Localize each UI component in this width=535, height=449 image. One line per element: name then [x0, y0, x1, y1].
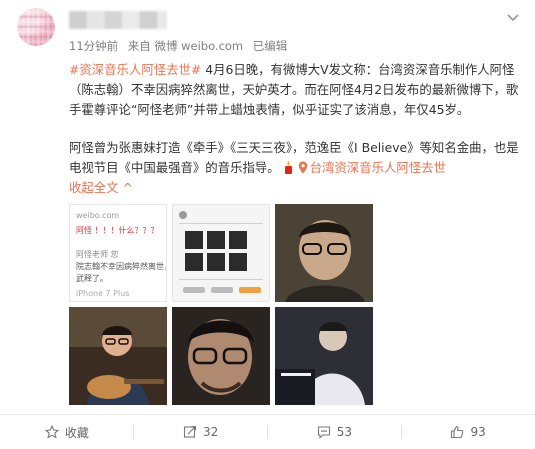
post-meta: 11分钟前 来自 微博 weibo.com 已编辑	[69, 38, 293, 54]
image-thumbnail-5[interactable]	[172, 307, 270, 405]
post-time[interactable]: 11分钟前	[69, 39, 118, 53]
location-icon	[298, 160, 308, 174]
image-thumbnail-1[interactable]: weibo.com 阿怪 ！！！什么？？？ 阿怪老师 您 院志翰不幸因病猝然离世…	[69, 204, 167, 302]
candle-icon	[282, 160, 295, 174]
post-text: #资深音乐人阿怪去世# 4月6日晚，有微博大V发文称：台湾资深音乐制作人阿怪（陈…	[69, 60, 519, 198]
like-button[interactable]: 93	[401, 415, 535, 449]
image-thumbnail-3[interactable]	[275, 204, 373, 302]
like-icon	[451, 425, 464, 439]
username-blurred[interactable]	[69, 11, 167, 29]
edited-badge[interactable]: 已编辑	[253, 39, 288, 53]
comment-button[interactable]: 53	[268, 415, 402, 449]
repost-count: 32	[202, 425, 219, 439]
favorite-button[interactable]: 收藏	[0, 415, 134, 449]
repost-icon	[183, 425, 197, 438]
post-paragraph-2: 阿怪曾为张惠妹打造《牵手》《三天三夜》，范逸臣《I Believe》等知名金曲，…	[69, 138, 519, 198]
like-count: 93	[470, 425, 486, 439]
topic-link[interactable]: #资深音乐人阿怪去世#	[69, 62, 201, 77]
location-link[interactable]: 台湾资深音乐人阿怪去世	[310, 160, 446, 175]
post-source[interactable]: 来自 微博 weibo.com	[128, 39, 243, 53]
favorite-label: 收藏	[64, 425, 89, 440]
image-thumbnail-6[interactable]	[275, 307, 373, 405]
image-thumbnail-4[interactable]	[69, 307, 167, 405]
collapse-text-link[interactable]: 收起全文 ^	[69, 178, 133, 198]
chevron-down-icon[interactable]	[506, 12, 520, 22]
chevron-up-icon: ^	[122, 180, 133, 195]
weibo-post-card: 11分钟前 来自 微博 weibo.com 已编辑 #资深音乐人阿怪去世# 4月…	[0, 0, 535, 449]
post-paragraph-1: #资深音乐人阿怪去世# 4月6日晚，有微博大V发文称：台湾资深音乐制作人阿怪（陈…	[69, 60, 519, 120]
star-icon	[44, 425, 59, 439]
action-bar: 收藏 32 53 93	[0, 415, 535, 449]
repost-button[interactable]: 32	[134, 415, 268, 449]
comment-icon	[317, 426, 330, 439]
avatar[interactable]	[17, 8, 55, 46]
image-thumbnail-2[interactable]	[172, 204, 270, 302]
comment-count: 53	[336, 425, 353, 439]
